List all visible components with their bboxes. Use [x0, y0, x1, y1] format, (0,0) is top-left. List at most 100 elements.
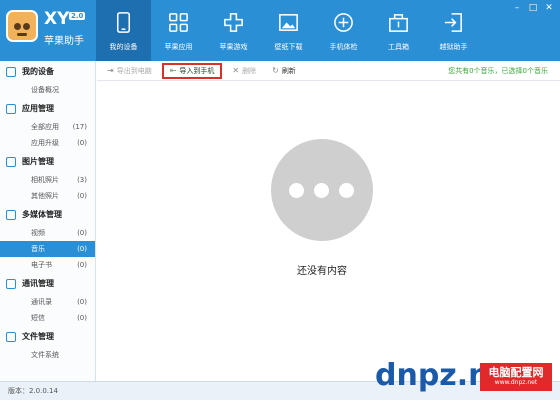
- nav-label: 手机体检: [329, 43, 358, 51]
- sidebar-group-label: 我的设备: [22, 67, 54, 76]
- sidebar-group-contacts[interactable]: 通讯管理: [0, 273, 95, 294]
- close-icon[interactable]: ✕: [542, 3, 556, 14]
- sidebar-item-video[interactable]: 视频 (0): [0, 225, 95, 241]
- sidebar-item-count: (0): [77, 245, 87, 253]
- main-panel: ⇥ 导出到电脑 ⇤ 导入到手机 ✕ 删除 ↻ 刷新 您共有0个音乐，已选择0个音乐 还没…: [97, 61, 560, 381]
- sidebar-item-label: 文件系统: [31, 351, 59, 359]
- nav-toolbox[interactable]: 工具箱: [371, 0, 426, 61]
- gamepad-icon: [224, 13, 243, 32]
- button-label: 删除: [242, 66, 257, 75]
- device-icon: [6, 66, 16, 77]
- sidebar-item-label: 音乐: [31, 245, 45, 253]
- sidebar-group-label: 图片管理: [22, 157, 54, 166]
- device-icon: [116, 12, 131, 33]
- sidebar-item-camera-photos[interactable]: 相机照片 (3): [0, 172, 95, 188]
- sidebar-item-label: 通讯录: [31, 298, 52, 306]
- sidebar-group-media[interactable]: 多媒体管理: [0, 204, 95, 225]
- toolbox-icon: [389, 14, 408, 32]
- button-label: 刷新: [281, 66, 296, 75]
- sidebar-item-label: 视频: [31, 229, 45, 237]
- watermark-url: www.dnpz.net: [494, 379, 538, 386]
- jailbreak-icon: [444, 13, 462, 32]
- nav-apple-games[interactable]: 苹果游戏: [206, 0, 261, 61]
- nav-jailbreak[interactable]: 越狱助手: [426, 0, 481, 61]
- refresh-icon: ↻: [272, 66, 279, 75]
- sidebar-item-other-photos[interactable]: 其他照片 (0): [0, 188, 95, 204]
- import-icon: ⇤: [169, 66, 177, 75]
- nav-label: 工具箱: [388, 43, 409, 51]
- delete-icon: ✕: [232, 66, 240, 75]
- sidebar-group-device[interactable]: 我的设备: [0, 61, 95, 82]
- photo-icon: [6, 156, 16, 167]
- nav-wallpaper[interactable]: 壁纸下载: [261, 0, 316, 61]
- watermark: dnpz.net 电脑配置网 www.dnpz.net: [375, 357, 555, 395]
- wallpaper-icon: [279, 14, 298, 31]
- sidebar-item-label: 设备概况: [31, 86, 59, 94]
- sidebar-item-file-system[interactable]: 文件系统: [0, 347, 95, 363]
- nav-label: 苹果应用: [164, 43, 193, 51]
- window-controls: – □ ✕: [510, 3, 556, 14]
- sidebar-item-count: (0): [77, 314, 87, 322]
- sidebar-item-device-overview[interactable]: 设备概况: [0, 82, 95, 98]
- sidebar-item-count: (3): [77, 176, 87, 184]
- sidebar-group-files[interactable]: 文件管理: [0, 326, 95, 347]
- top-bar: XY 2.0 苹果助手 我的设备 苹果应用 苹果游戏 壁纸下载 手机体检 工具箱: [0, 0, 560, 61]
- nav-label: 苹果游戏: [219, 43, 248, 51]
- nav-phone-check[interactable]: 手机体检: [316, 0, 371, 61]
- sidebar-item-ebooks[interactable]: 电子书 (0): [0, 257, 95, 273]
- import-to-phone-button[interactable]: ⇤ 导入到手机: [161, 62, 223, 79]
- nav-label: 壁纸下载: [274, 43, 303, 51]
- sidebar-item-count: (0): [77, 192, 87, 200]
- button-label: 导入到手机: [179, 66, 215, 75]
- button-label: 导出到电脑: [116, 66, 152, 75]
- delete-button[interactable]: ✕ 删除: [226, 63, 262, 79]
- selection-status: 您共有0个音乐，已选择0个音乐: [448, 67, 548, 75]
- export-icon: ⇥: [107, 66, 114, 75]
- sidebar-item-sms[interactable]: 短信 (0): [0, 310, 95, 326]
- sidebar-item-label: 其他照片: [31, 192, 59, 200]
- main-nav: 我的设备 苹果应用 苹果游戏 壁纸下载 手机体检 工具箱 越狱助手: [96, 0, 481, 61]
- sidebar: 我的设备 设备概况 应用管理 全部应用 (17) 应用升级 (0) 图片管理 相机照…: [0, 61, 96, 381]
- empty-state-icon: [271, 139, 373, 241]
- sidebar-group-apps[interactable]: 应用管理: [0, 98, 95, 119]
- nav-label: 我的设备: [109, 43, 138, 51]
- brand-name: XY: [44, 9, 70, 29]
- nav-label: 越狱助手: [439, 43, 468, 51]
- sidebar-item-label: 短信: [31, 314, 45, 322]
- watermark-badge: 电脑配置网 www.dnpz.net: [480, 363, 552, 391]
- apps-grid-icon: [169, 13, 188, 32]
- sidebar-item-app-updates[interactable]: 应用升级 (0): [0, 135, 95, 151]
- sidebar-item-count: (17): [72, 123, 87, 131]
- sidebar-item-label: 电子书: [31, 261, 52, 269]
- sidebar-item-label: 全部应用: [31, 123, 59, 131]
- sidebar-item-count: (0): [77, 261, 87, 269]
- version-badge: 2.0: [69, 12, 86, 20]
- sidebar-item-address-book[interactable]: 通讯录 (0): [0, 294, 95, 310]
- brand-subtitle: 苹果助手: [44, 36, 84, 47]
- media-icon: [6, 209, 16, 220]
- app-logo-icon: [6, 10, 38, 42]
- apps-icon: [6, 103, 16, 114]
- maximize-icon[interactable]: □: [526, 3, 540, 14]
- sidebar-item-all-apps[interactable]: 全部应用 (17): [0, 119, 95, 135]
- nav-my-device[interactable]: 我的设备: [96, 0, 151, 61]
- sidebar-item-music[interactable]: 音乐 (0): [0, 241, 95, 257]
- sidebar-item-label: 相机照片: [31, 176, 59, 184]
- sidebar-group-label: 多媒体管理: [22, 210, 62, 219]
- export-to-pc-button[interactable]: ⇥ 导出到电脑: [101, 63, 158, 79]
- sidebar-group-label: 通讯管理: [22, 279, 54, 288]
- refresh-button[interactable]: ↻ 刷新: [266, 63, 302, 79]
- sidebar-item-count: (0): [77, 298, 87, 306]
- toolbar: ⇥ 导出到电脑 ⇤ 导入到手机 ✕ 删除 ↻ 刷新 您共有0个音乐，已选择0个音乐: [97, 61, 560, 81]
- empty-state-text: 还没有内容: [297, 266, 347, 277]
- folder-icon: [6, 331, 16, 342]
- health-check-icon: [334, 13, 353, 32]
- watermark-cn: 电脑配置网: [488, 366, 544, 379]
- nav-apple-apps[interactable]: 苹果应用: [151, 0, 206, 61]
- contacts-icon: [6, 278, 16, 289]
- minimize-icon[interactable]: –: [510, 3, 524, 14]
- sidebar-group-label: 文件管理: [22, 332, 54, 341]
- sidebar-group-label: 应用管理: [22, 104, 54, 113]
- sidebar-item-label: 应用升级: [31, 139, 59, 147]
- sidebar-group-photos[interactable]: 图片管理: [0, 151, 95, 172]
